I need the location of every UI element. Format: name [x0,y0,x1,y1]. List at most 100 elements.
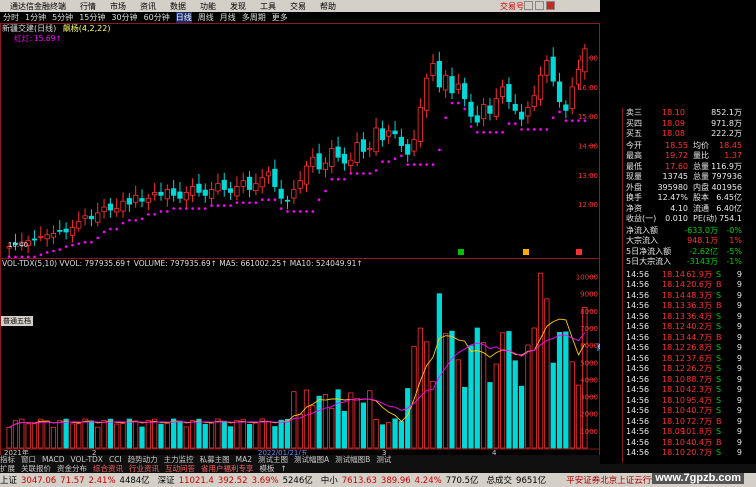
quote-field: 14:56 [626,343,650,352]
index-quote[interactable]: 中小 7613.63 389.96 4.24% 770.5亿 [321,474,483,486]
period-tab-60min[interactable]: 60分钟 [144,12,170,23]
volume-bar [512,360,518,449]
quote-field: 净资 [626,203,642,213]
stop-dot [273,198,277,202]
low-price-label: 10.40 [8,241,29,249]
quote-field: 买五 [626,129,642,138]
candle [107,203,113,211]
indicator-tab[interactable]: 私募主图 [200,455,230,464]
info-tab[interactable]: 模板 [260,464,275,473]
menu-item-discover[interactable]: 发现 [230,1,246,12]
indicator-tab[interactable]: MACD [42,455,64,464]
volume-bar [158,423,164,449]
stat-row: 最高 19.72 量比 1.37 [600,151,756,161]
period-tab-intraday[interactable]: 分时 [3,12,19,23]
index-quote[interactable]: 深证 11021.4 392.52 3.69% 5246亿 [158,474,317,486]
period-tab-daily[interactable]: 日线 [175,12,192,23]
index-pct: 2.41% [88,476,116,486]
period-tab-30min[interactable]: 30分钟 [111,12,137,23]
volume-chart[interactable]: VOL-TDX(5,10) VVOL: 797935.69↑ VOLUME: 7… [0,258,617,471]
candle [253,183,259,192]
quote-field: 14:56 [626,448,650,457]
indicator-tab[interactable]: 测试主图 [258,455,288,464]
menu-item-trade[interactable]: 交易 [290,1,306,12]
info-tab[interactable]: ↑ [281,464,287,473]
menu-item-news[interactable]: 资讯 [140,1,156,12]
indicator-tab[interactable]: 趋势动力 [128,455,158,464]
index-value: 7613.63 [341,476,377,486]
tick-row: 14:56 18.10 95.4万 S 9 [600,396,756,406]
index-quote[interactable]: 上证 3047.06 71.57 2.41% 4484亿 [0,474,154,486]
quote-field: 9 [736,269,742,279]
indicator-tab[interactable]: VOL-TDX [70,455,102,464]
tick-row: 14:56 18.14 48.3万 S 9 [600,291,756,301]
indicator-tab[interactable]: 指标 [0,455,15,464]
period-tab-15min[interactable]: 15分钟 [79,12,105,23]
quote-panel: 卖三 18.10 852.1万 买四 18.09 971.8万 买五 18.08 222.2万今… [600,0,756,471]
stop-dot [336,177,340,181]
info-tab[interactable]: 资金分布 [57,464,87,473]
candle [88,215,95,220]
period-tab-5min[interactable]: 5分钟 [52,12,73,23]
quote-field: S [716,364,722,373]
period-tab-1min[interactable]: 1分钟 [25,12,46,23]
info-tab[interactable]: 行业资讯 [129,464,159,473]
server-status[interactable]: 平安证券北京上证云行情 [566,474,660,486]
price-chart[interactable]: 新疆交建(日线) 飙杨(4,2,22) 红灯: 15.69↑ 17.00 16.0… [0,23,600,259]
quote-field: 9 [736,364,742,373]
quote-field: 14:56 [626,269,650,279]
event-marker [576,249,582,255]
minimize-button[interactable] [524,1,533,10]
info-tab[interactable]: 综合资讯 [93,464,123,473]
info-tab[interactable]: 扩展 [0,464,15,473]
maximize-button[interactable] [535,1,544,10]
candle [291,189,297,199]
menu-item-exchange[interactable]: 市场 [110,1,126,12]
indicator-tab[interactable]: MA2 [236,455,252,464]
indicator-tab[interactable]: 主力监控 [164,455,194,464]
info-tab[interactable]: 互动问答 [165,464,195,473]
menu-item-help[interactable]: 帮助 [320,1,336,12]
stat-row: 换手 12.47% 股本 6.45亿 [600,193,756,203]
period-tab-more[interactable]: 更多 [272,12,288,23]
stop-dot [52,249,55,253]
candle [221,179,227,190]
index-quote[interactable]: 总成交 9651亿 [487,474,563,486]
volume-bar [139,426,145,449]
quote-field: 14:56 [626,416,650,426]
indicator-tab[interactable]: 测试幅图B [335,455,370,464]
stop-dot [311,210,315,213]
index-pct: 3.69% [251,476,279,486]
menu-item-functions[interactable]: 功能 [200,1,216,12]
trade-account-label[interactable]: 交易号 [500,1,524,12]
candle [145,197,151,203]
price-tick-label: 12.00 [578,201,598,209]
close-button[interactable] [546,1,555,10]
quote-field: 外盘 [626,182,642,192]
quote-field: 18.12 [662,364,685,373]
quote-field: S [716,395,722,405]
volume-bar [177,420,183,449]
quote-field: 内盘 [693,182,709,192]
indicator-tab[interactable]: 测试 [376,455,391,464]
quote-field: 0.010 [665,214,688,223]
quote-field: 9 [736,374,742,384]
period-tab-weekly[interactable]: 周线 [198,12,214,23]
candle [202,189,208,196]
candle [468,101,474,117]
indicator-tab[interactable]: 测试幅图A [294,455,329,464]
indicator-tab[interactable]: CCI [109,455,122,464]
info-tab[interactable]: 省用户福利专享 [201,464,254,473]
candle [158,191,164,196]
indicator-tab[interactable]: 窗口 [21,455,36,464]
info-tab[interactable]: 关联报价 [21,464,51,473]
volume-bar [531,327,537,449]
menu-item-tools[interactable]: 工具 [260,1,276,12]
menu-item-data[interactable]: 数据 [170,1,186,12]
quote-field: -0% [726,225,742,235]
period-tab-multi[interactable]: 多周期 [242,12,266,23]
period-tab-monthly[interactable]: 月线 [220,12,236,23]
menu-item-market[interactable]: 行情 [80,1,96,12]
candle [582,48,588,73]
quote-field: 14:56 [626,332,650,342]
